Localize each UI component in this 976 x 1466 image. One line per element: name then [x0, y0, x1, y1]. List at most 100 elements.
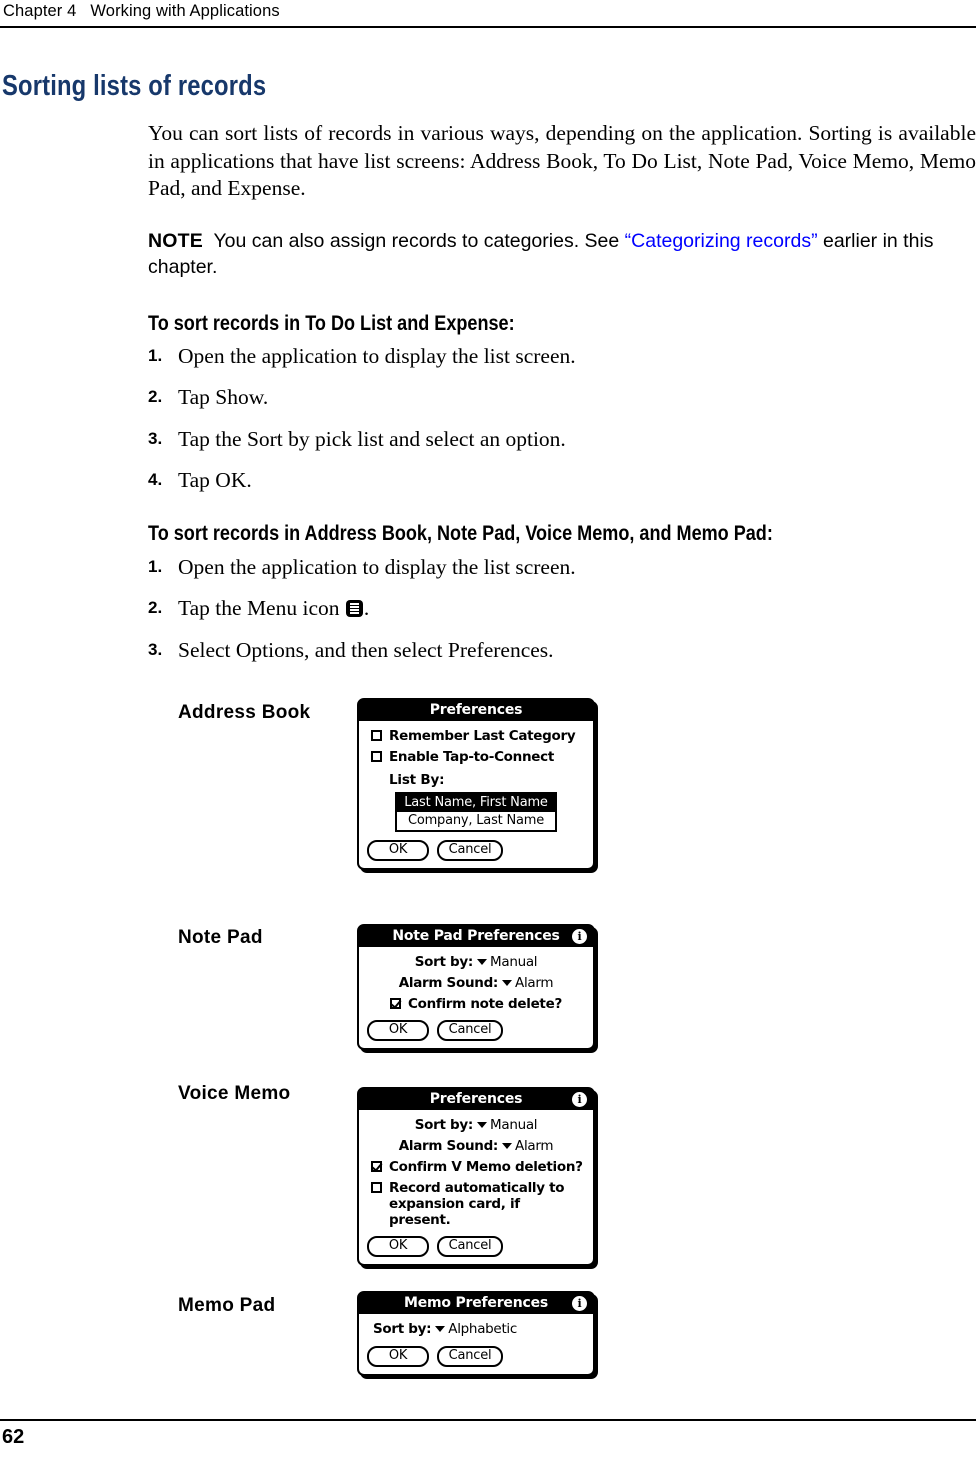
step-item: 3. Select Options, and then select Prefe… — [148, 636, 968, 666]
step-number: 1. — [148, 346, 163, 365]
dialog-memo-preferences: Memo Preferences i Sort by: Alphabetic OK… — [357, 1291, 595, 1376]
categorizing-records-link[interactable]: “Categorizing records” — [625, 230, 818, 252]
checkbox-row[interactable]: Remember Last Category — [371, 728, 585, 744]
step-text: Tap OK. — [178, 468, 252, 492]
checkbox-confirm-vmemo-deletion[interactable] — [371, 1161, 382, 1172]
dialog-body: Sort by: Manual Alarm Sound: Alarm Confirm… — [359, 947, 593, 1048]
step-text-after-icon: . — [363, 596, 370, 620]
cancel-button[interactable]: Cancel — [437, 840, 503, 861]
dialog-body: Remember Last Category Enable Tap-to-Con… — [359, 721, 593, 868]
dialog-title: Preferences — [429, 702, 523, 718]
checkbox-label: Enable Tap-to-Connect — [389, 749, 554, 765]
step-text: Tap Show. — [178, 385, 269, 409]
ok-button[interactable]: OK — [367, 1346, 429, 1367]
list-by-label: List By: — [389, 772, 445, 788]
step-item: 3. Tap the Sort by pick list and select … — [148, 425, 968, 455]
dialog-titlebar: Preferences i — [359, 1089, 593, 1110]
ok-button[interactable]: OK — [367, 1020, 429, 1041]
chevron-down-icon[interactable] — [502, 980, 513, 986]
chevron-down-icon[interactable] — [435, 1326, 446, 1332]
dialog-titlebar: Preferences — [359, 700, 593, 721]
dialog-title: Note Pad Preferences — [392, 928, 560, 944]
checkbox-label: Record automatically to expansion card, … — [389, 1180, 565, 1228]
checkbox-label: Confirm note delete? — [408, 996, 562, 1012]
list-by-listbox[interactable]: Last Name, First Name Company, Last Name — [395, 792, 557, 832]
sort-by-label: Sort by: — [414, 1117, 474, 1133]
checkbox-row[interactable]: Enable Tap-to-Connect — [371, 749, 585, 765]
info-icon[interactable]: i — [572, 1092, 587, 1107]
dialog-address-book-preferences: Preferences Remember Last Category Enabl… — [357, 698, 595, 870]
sort-by-row[interactable]: Sort by: Alphabetic — [373, 1321, 585, 1338]
step-text: Open the application to display the list… — [178, 344, 576, 368]
sort-by-label: Sort by: — [414, 954, 474, 970]
sort-by-row[interactable]: Sort by: Manual — [367, 1117, 585, 1134]
checkbox-row[interactable]: Record automatically to expansion card, … — [371, 1180, 585, 1228]
dialog-button-row: OK Cancel — [367, 1346, 585, 1367]
checkbox-enable-tap-to-connect[interactable] — [371, 751, 382, 762]
chevron-down-icon[interactable] — [477, 1122, 487, 1128]
note-text-before: You can also assign records to categorie… — [213, 230, 625, 252]
page-title: Sorting lists of records — [2, 70, 267, 102]
checkbox-label: Remember Last Category — [389, 728, 576, 744]
info-icon[interactable]: i — [572, 1296, 587, 1311]
ok-button[interactable]: OK — [367, 1236, 429, 1257]
procedure-heading-todo-expense: To sort records in To Do List and Expens… — [148, 312, 515, 335]
alarm-sound-label: Alarm Sound: — [398, 975, 499, 991]
sort-by-value: Manual — [490, 954, 538, 970]
checkbox-confirm-note-delete[interactable] — [390, 998, 402, 1009]
note-label: NOTE — [148, 230, 203, 252]
step-item: 4. Tap OK. — [148, 466, 968, 496]
sort-by-value: Manual — [490, 1117, 538, 1133]
list-item-last-name-first-name[interactable]: Last Name, First Name — [397, 794, 555, 812]
app-label-address-book: Address Book — [178, 702, 311, 723]
cancel-button[interactable]: Cancel — [437, 1020, 503, 1041]
step-text-before-icon: Tap the Menu icon — [178, 596, 345, 620]
dialog-note-pad-preferences: Note Pad Preferences i Sort by: Manual Al… — [357, 924, 595, 1050]
ok-button[interactable]: OK — [367, 840, 429, 861]
dialog-body: Sort by: Alphabetic OK Cancel — [359, 1314, 593, 1374]
step-number: 4. — [148, 470, 163, 489]
checkbox-row[interactable]: Confirm note delete? — [367, 996, 585, 1012]
alarm-sound-row[interactable]: Alarm Sound: Alarm — [367, 975, 585, 992]
cancel-button[interactable]: Cancel — [437, 1236, 503, 1257]
step-number: 2. — [148, 598, 163, 617]
step-number: 2. — [148, 387, 163, 406]
chevron-down-icon[interactable] — [502, 1143, 513, 1149]
sort-by-row[interactable]: Sort by: Manual — [367, 954, 585, 971]
alarm-sound-label: Alarm Sound: — [398, 1138, 499, 1154]
step-text: Open the application to display the list… — [178, 555, 576, 579]
step-text: Tap the Sort by pick list and select an … — [178, 427, 566, 451]
step-item: 1. Open the application to display the l… — [148, 553, 968, 583]
info-icon[interactable]: i — [572, 929, 587, 944]
header-rule — [0, 26, 976, 29]
footer-rule — [0, 1419, 976, 1422]
dialog-button-row: OK Cancel — [367, 1020, 585, 1041]
procedure-heading-addressbook-notepad-voicememo-memopad: To sort records in Address Book, Note Pa… — [148, 522, 773, 545]
step-number: 1. — [148, 557, 163, 576]
step-text: Select Options, and then select Preferen… — [178, 638, 554, 662]
checkbox-remember-last-category[interactable] — [371, 730, 382, 741]
dialog-voice-memo-preferences: Preferences i Sort by: Manual Alarm Sound… — [357, 1087, 595, 1266]
checkbox-label: Confirm V Memo deletion? — [389, 1159, 583, 1175]
dialog-titlebar: Memo Preferences i — [359, 1293, 593, 1314]
app-label-memo-pad: Memo Pad — [178, 1295, 276, 1316]
page-number: 62 — [2, 1426, 25, 1448]
note-callout: NOTE You can also assign records to cate… — [148, 228, 976, 280]
list-item-company-last-name[interactable]: Company, Last Name — [397, 812, 555, 830]
chevron-down-icon[interactable] — [477, 959, 487, 965]
step-number: 3. — [148, 640, 163, 659]
intro-paragraph: You can sort lists of records in various… — [148, 121, 976, 200]
step-item: 1. Open the application to display the l… — [148, 342, 968, 372]
checkbox-row[interactable]: Confirm V Memo deletion? — [371, 1159, 585, 1175]
step-item: 2. Tap the Menu icon . — [148, 594, 968, 624]
dialog-button-row: OK Cancel — [367, 840, 585, 861]
alarm-sound-value: Alarm — [515, 1138, 554, 1154]
cancel-button[interactable]: Cancel — [437, 1346, 503, 1367]
dialog-title: Preferences — [429, 1091, 523, 1107]
checkbox-record-to-expansion-card[interactable] — [371, 1182, 382, 1193]
dialog-titlebar: Note Pad Preferences i — [359, 926, 593, 947]
sort-by-label: Sort by: — [373, 1321, 432, 1337]
dialog-button-row: OK Cancel — [367, 1236, 585, 1257]
alarm-sound-row[interactable]: Alarm Sound: Alarm — [367, 1138, 585, 1155]
step-text: Tap the Menu icon . — [178, 594, 369, 622]
